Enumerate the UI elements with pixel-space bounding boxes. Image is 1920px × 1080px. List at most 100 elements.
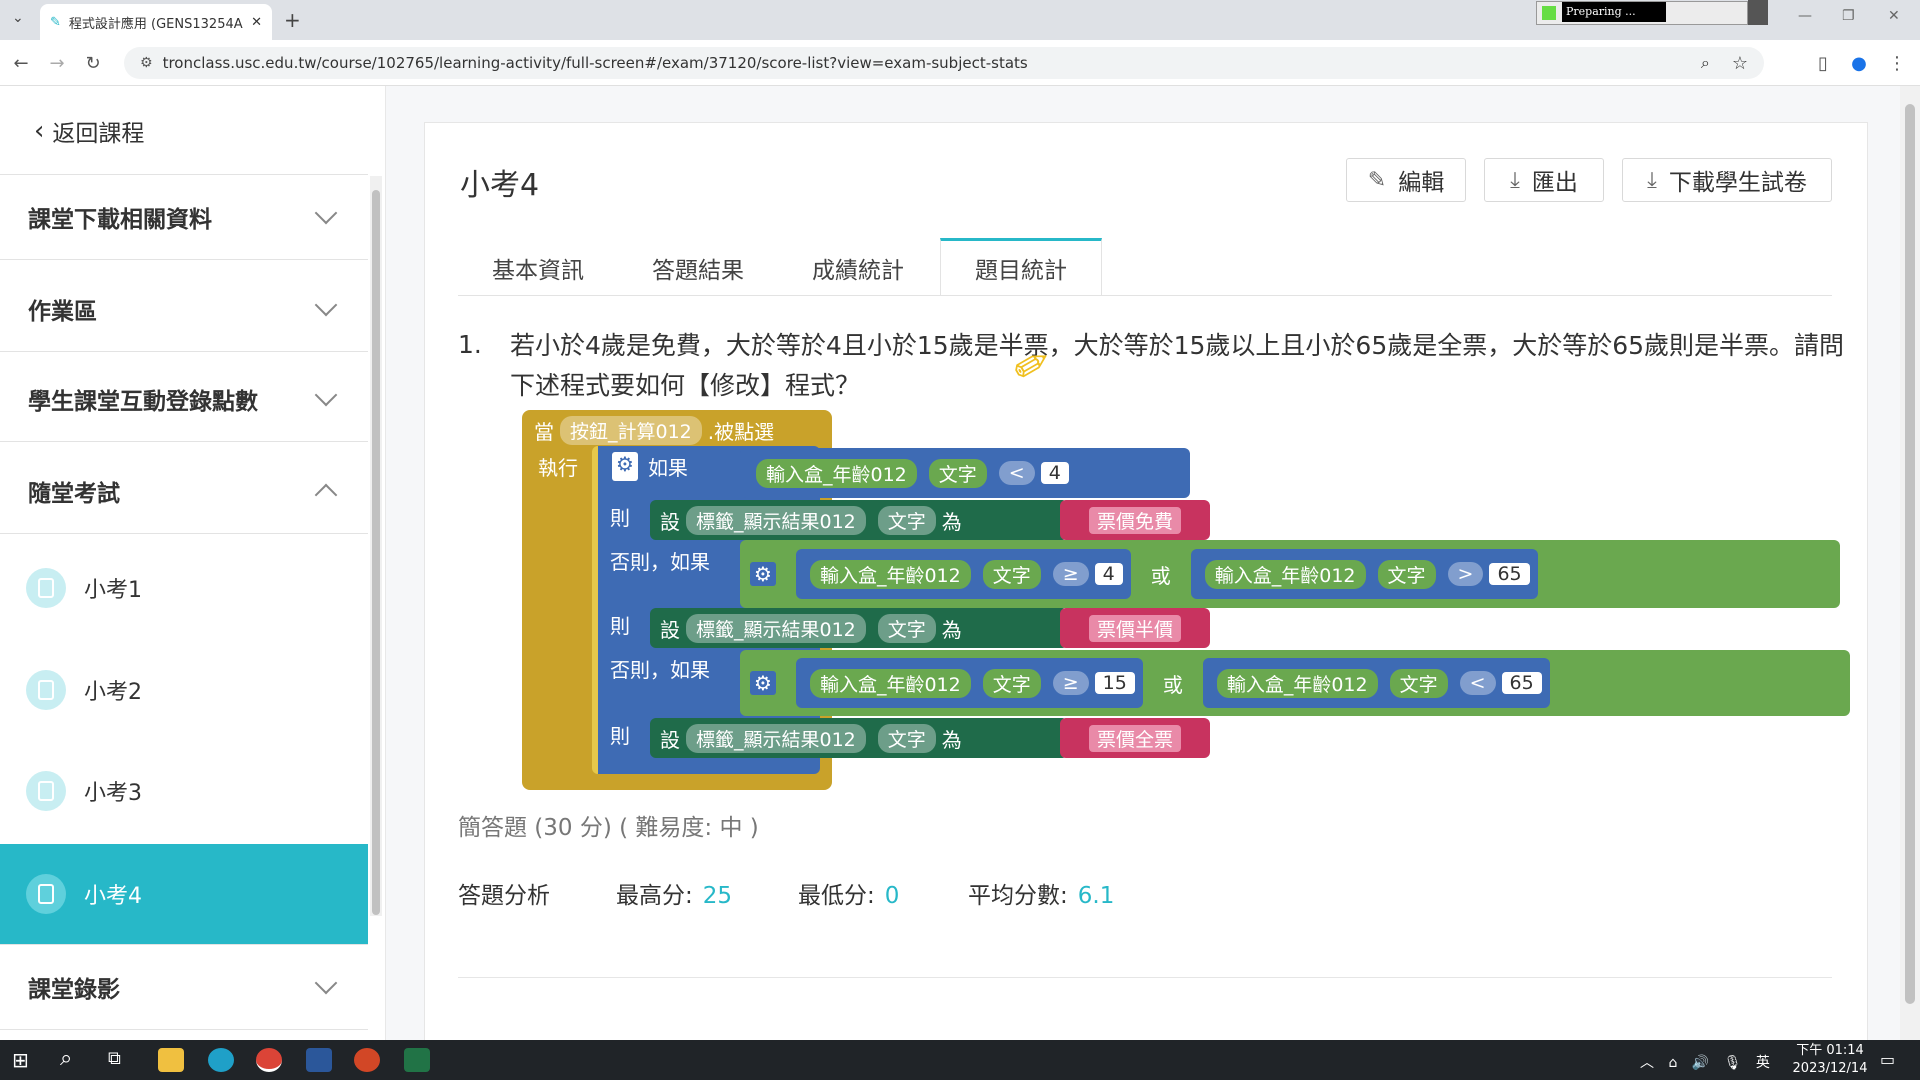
minimize-icon[interactable]: — xyxy=(1798,8,1812,24)
address-bar[interactable]: ⚙ tronclass.usc.edu.tw/course/102765/lea… xyxy=(124,47,1764,79)
number-value: 15 xyxy=(1094,672,1135,694)
set-block-1: 設 標籤_顯示結果012 文字 為 xyxy=(650,500,1068,540)
compare-block-1: 輸入盒_年齡012 文字 < 4 xyxy=(740,448,1190,498)
gear-icon: ⚙ xyxy=(750,671,776,695)
quiz-item-3[interactable]: 小考3 xyxy=(0,741,368,841)
notification-icon[interactable]: ▭ xyxy=(1880,1050,1895,1069)
new-tab-icon[interactable]: + xyxy=(284,8,301,32)
edit-button[interactable]: ✎ 編輯 xyxy=(1346,158,1466,202)
back-icon[interactable]: ← xyxy=(8,50,34,76)
if-row-label: ⚙ 如果 xyxy=(612,452,688,481)
chevron-down-icon xyxy=(314,383,338,406)
text-prop-dropdown: 文字 xyxy=(877,505,936,535)
tab-answer-results[interactable]: 答題結果 xyxy=(618,240,778,296)
menu-icon[interactable]: ⋮ xyxy=(1884,50,1910,76)
recorder-handle[interactable] xyxy=(1748,0,1768,25)
back-to-course-link[interactable]: ‹ 返回課程 xyxy=(34,114,144,148)
quiz-item-2[interactable]: 小考2 xyxy=(0,640,368,740)
text-prop-dropdown: 文字 xyxy=(877,723,936,753)
section-downloads[interactable]: 課堂下載相關資料 xyxy=(0,174,368,260)
windows-start-icon[interactable]: ⊞ xyxy=(12,1048,29,1072)
quiz-icon xyxy=(26,568,66,608)
quiz-item-1[interactable]: 小考1 xyxy=(0,538,368,638)
sidebar-scrollbar-thumb[interactable] xyxy=(372,190,380,915)
download-label: 下載學生試卷 xyxy=(1668,170,1807,196)
text-prop-dropdown: 文字 xyxy=(1377,559,1436,589)
min-score: 最低分: 0 xyxy=(798,876,899,910)
tab-label: 基本資訊 xyxy=(492,258,584,284)
chevron-left-icon: ‹ xyxy=(34,116,45,146)
or-label: 或 xyxy=(1150,563,1171,588)
file-explorer-icon[interactable] xyxy=(158,1048,184,1072)
word-icon[interactable] xyxy=(306,1048,332,1072)
analysis-label: 答題分析 xyxy=(458,883,550,909)
close-window-icon[interactable]: ✕ xyxy=(1888,8,1900,24)
powerpoint-icon[interactable] xyxy=(354,1048,380,1072)
chrome-icon[interactable] xyxy=(256,1048,282,1072)
gear-icon: ⚙ xyxy=(750,562,776,586)
side-panel-icon[interactable]: ▯ xyxy=(1810,50,1836,76)
tab-basic-info[interactable]: 基本資訊 xyxy=(458,240,618,296)
search-icon[interactable]: ⌕ xyxy=(60,1046,72,1071)
textbox-dropdown: 輸入盒_年齡012 xyxy=(1204,559,1366,589)
export-button[interactable]: ⤓ 匯出 xyxy=(1484,158,1604,202)
network-icon[interactable]: ⌂ xyxy=(1668,1055,1677,1071)
if-label: 如果 xyxy=(647,456,688,480)
tray-chevron-icon[interactable]: ︿ xyxy=(1640,1055,1654,1071)
forward-icon[interactable]: → xyxy=(44,50,70,76)
volume-icon[interactable]: 🔊 xyxy=(1692,1055,1709,1071)
quiz-item-4[interactable]: 小考4 xyxy=(0,844,368,944)
quiz-icon xyxy=(26,670,66,710)
edit-icon: ✎ xyxy=(1367,167,1387,193)
max-score-value: 25 xyxy=(702,883,733,909)
section-label: 學生課堂互動登錄點數 xyxy=(28,388,258,415)
restore-icon[interactable]: ❐ xyxy=(1842,8,1855,24)
tab-score-stats[interactable]: 成績統計 xyxy=(778,240,938,296)
operator-dropdown: < xyxy=(998,461,1035,485)
text-prop-dropdown: 文字 xyxy=(877,613,936,643)
quiz-icon xyxy=(26,874,66,914)
button-dropdown: 按鈕_計算012 xyxy=(560,416,702,445)
mic-icon[interactable]: 🎙 xyxy=(1724,1055,1742,1071)
min-score-value: 0 xyxy=(884,883,900,909)
task-view-icon[interactable]: ⧉ xyxy=(108,1048,121,1069)
bookmark-star-icon[interactable]: ☆ xyxy=(1732,53,1748,74)
section-assignments[interactable]: 作業區 xyxy=(0,266,368,352)
reload-icon[interactable]: ↻ xyxy=(80,50,106,76)
edge-icon[interactable] xyxy=(208,1048,234,1072)
or-label: 或 xyxy=(1162,672,1183,697)
divider xyxy=(458,977,1832,978)
gear-icon: ⚙ xyxy=(612,452,638,481)
close-tab-icon[interactable]: ✕ xyxy=(251,15,262,30)
section-quizzes[interactable]: 隨堂考試 xyxy=(0,448,368,534)
section-interaction-points[interactable]: 學生課堂互動登錄點數 xyxy=(0,356,368,442)
system-tray[interactable]: ︿ ⌂ 🔊 🎙 英 xyxy=(1640,1052,1770,1072)
question-meta: 簡答題 (30 分) ( 難易度: 中 ) xyxy=(458,815,759,841)
question-number: 1. xyxy=(458,330,482,359)
section-recordings[interactable]: 課堂錄影 xyxy=(0,944,368,1030)
zoom-icon[interactable]: ⌕ xyxy=(1701,53,1710,73)
clock[interactable]: 下午 01:14 2023/12/14 xyxy=(1790,1042,1870,1078)
tab-search-icon[interactable]: ⌄ xyxy=(12,10,24,26)
site-info-icon[interactable]: ⚙ xyxy=(140,55,153,71)
min-score-label: 最低分: xyxy=(798,883,875,909)
compare-block-4: 輸入盒_年齡012 文字 ≥ 15 xyxy=(795,658,1143,708)
text-prop-dropdown: 文字 xyxy=(928,458,987,488)
page-scrollbar-thumb[interactable] xyxy=(1905,104,1915,1004)
section-label: 課堂錄影 xyxy=(28,977,120,1003)
to-label: 為 xyxy=(941,617,962,642)
sidebar: ‹ 返回課程 課堂下載相關資料 作業區 學生課堂互動登錄點數 隨堂考試 小考1 … xyxy=(0,86,386,1040)
profile-icon[interactable]: ● xyxy=(1846,50,1872,76)
site-favicon-icon: ✎ xyxy=(50,14,61,30)
operator-dropdown: ≥ xyxy=(1052,562,1089,586)
excel-icon[interactable] xyxy=(404,1048,430,1072)
then-label: 則 xyxy=(610,614,630,638)
browser-tab[interactable]: ✎ 程式設計應用 (GENS13254A1 ✕ xyxy=(40,4,272,40)
back-to-course-label: 返回課程 xyxy=(52,121,145,147)
download-icon: ⤓ xyxy=(1647,167,1657,193)
download-papers-button[interactable]: ⤓ 下載學生試卷 xyxy=(1622,158,1832,202)
ime-indicator[interactable]: 英 xyxy=(1756,1055,1770,1071)
edit-label: 編輯 xyxy=(1398,170,1445,196)
label-dropdown: 標籤_顯示結果012 xyxy=(686,723,866,753)
tab-question-stats[interactable]: 題目統計 xyxy=(940,238,1102,295)
